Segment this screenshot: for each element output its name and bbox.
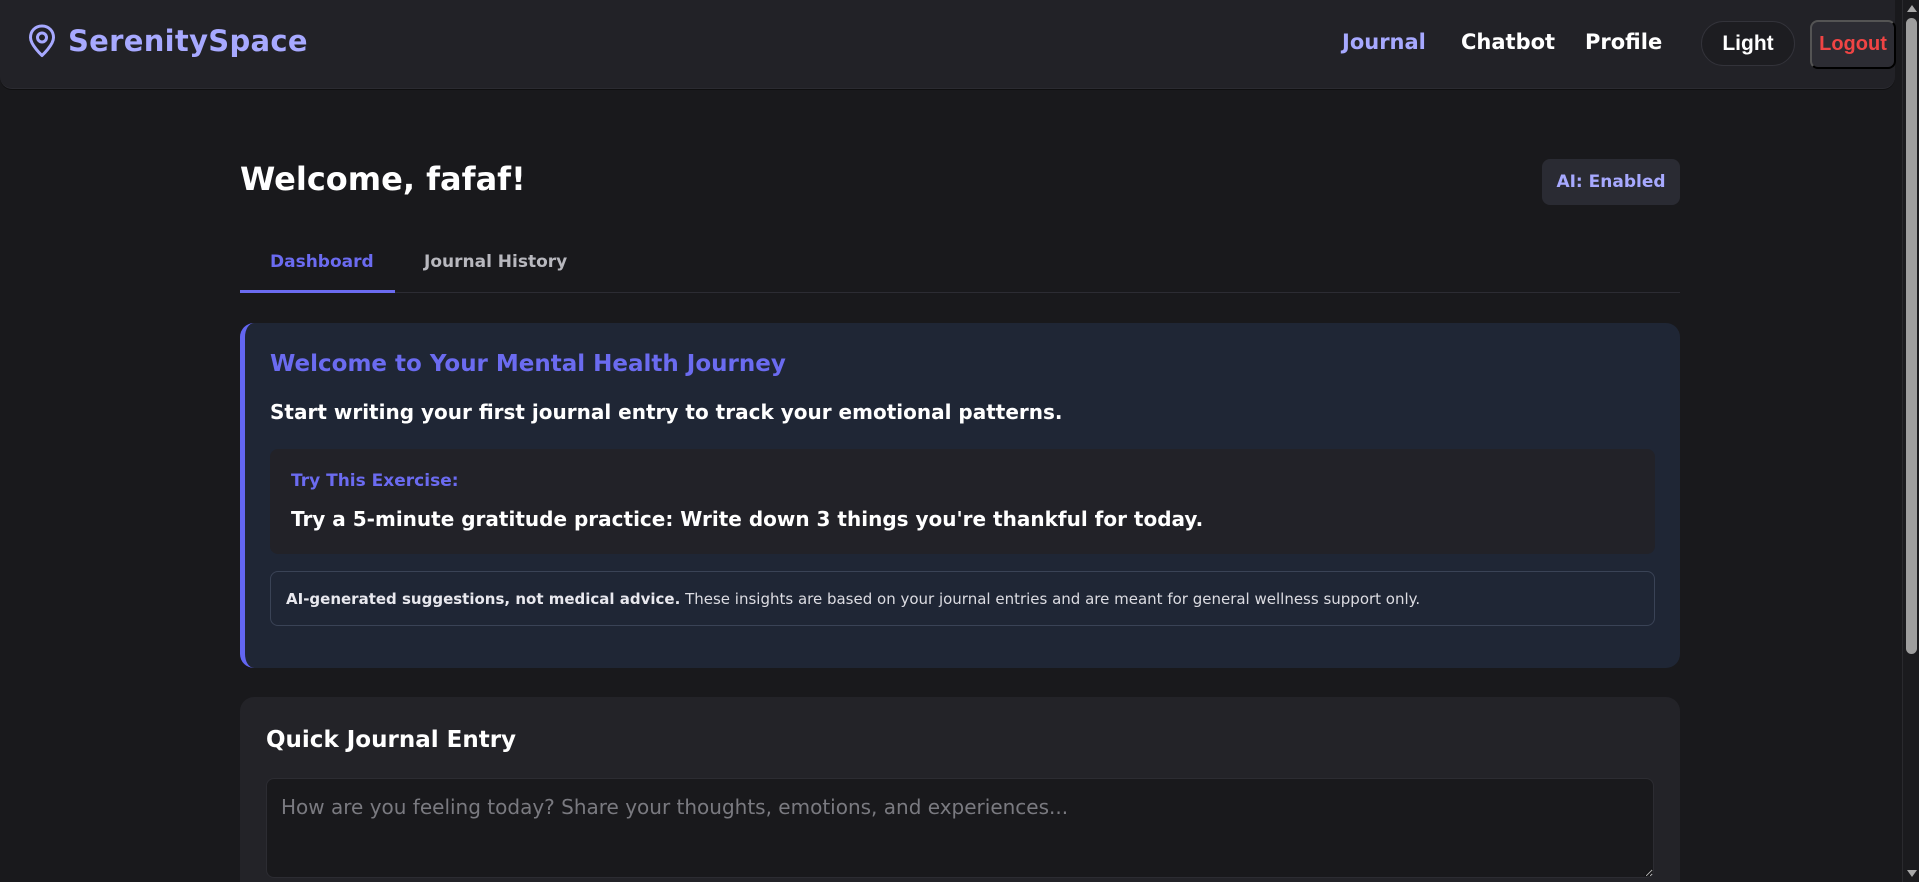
dashboard-tabs: Dashboard Journal History xyxy=(240,240,1680,293)
disclaimer-text: These insights are based on your journal… xyxy=(680,590,1421,608)
journal-entry-textarea[interactable] xyxy=(266,778,1654,878)
journey-subtitle: Start writing your first journal entry t… xyxy=(270,400,1063,424)
exercise-box: Try This Exercise: Try a 5-minute gratit… xyxy=(270,449,1655,554)
journey-title: Welcome to Your Mental Health Journey xyxy=(270,351,786,377)
brand-name: SerenitySpace xyxy=(68,24,308,58)
tab-dashboard[interactable]: Dashboard xyxy=(270,252,374,272)
nav-link-journal[interactable]: Journal xyxy=(1342,30,1426,54)
scroll-down-arrow-icon[interactable] xyxy=(1907,870,1917,877)
page-scrollbar[interactable] xyxy=(1902,0,1919,882)
scroll-up-arrow-icon[interactable] xyxy=(1907,5,1917,12)
tab-journal-history[interactable]: Journal History xyxy=(424,252,567,272)
top-navbar: SerenitySpace Journal Chatbot Profile Li… xyxy=(0,0,1896,89)
brand-logo[interactable]: SerenitySpace xyxy=(28,24,308,58)
exercise-text: Try a 5-minute gratitude practice: Write… xyxy=(291,507,1204,531)
welcome-journey-card: Welcome to Your Mental Health Journey St… xyxy=(240,323,1680,668)
disclaimer-bold-text: AI-generated suggestions, not medical ad… xyxy=(286,590,681,608)
location-pin-icon xyxy=(28,24,56,58)
page-title: Welcome, fafaf! xyxy=(240,160,526,198)
nav-link-profile[interactable]: Profile xyxy=(1585,30,1662,54)
scrollbar-thumb[interactable] xyxy=(1906,18,1917,654)
ai-status-badge[interactable]: AI: Enabled xyxy=(1542,159,1680,205)
active-tab-indicator xyxy=(240,290,395,293)
logout-button[interactable]: Logout xyxy=(1810,20,1896,69)
quick-journal-entry-card: Quick Journal Entry xyxy=(240,697,1680,882)
nav-link-chatbot[interactable]: Chatbot xyxy=(1461,30,1555,54)
exercise-label: Try This Exercise: xyxy=(291,471,459,491)
theme-toggle-button[interactable]: Light xyxy=(1701,21,1795,66)
quick-entry-title: Quick Journal Entry xyxy=(266,727,517,753)
ai-disclaimer: AI-generated suggestions, not medical ad… xyxy=(270,571,1655,626)
